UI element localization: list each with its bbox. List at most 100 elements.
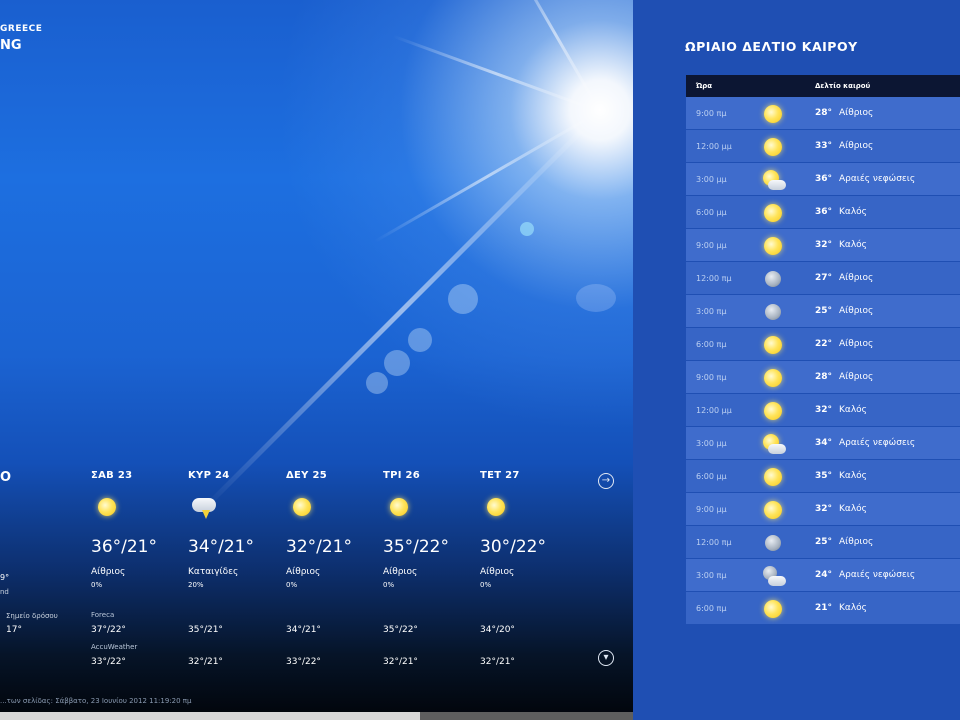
- sun-icon: [762, 499, 784, 521]
- moon-icon: [762, 268, 784, 290]
- hour-temp: 25°: [815, 537, 833, 547]
- hour-temp: 32°: [815, 405, 833, 415]
- sun-ray: [392, 34, 601, 113]
- hourly-row[interactable]: 12:00 μμ 33° Αίθριος: [686, 130, 960, 163]
- hour-condition: Αίθριος: [839, 141, 874, 151]
- hourly-row[interactable]: 6:00 μμ 35° Καλός: [686, 460, 960, 493]
- hour-temp: 28°: [815, 372, 833, 382]
- hourly-table-header: Ώρα Δελτίο καιρού: [686, 75, 960, 97]
- hourly-row[interactable]: 9:00 πμ 28° Αίθριος: [686, 97, 960, 130]
- hourly-row[interactable]: 3:00 πμ 25° Αίθριος: [686, 295, 960, 328]
- foreca-value: 35°/21°: [188, 625, 223, 635]
- hour-time: 12:00 μμ: [696, 142, 732, 151]
- hour-condition: Αίθριος: [839, 339, 874, 349]
- hourly-row[interactable]: 6:00 μμ 36° Καλός: [686, 196, 960, 229]
- hour-time: 9:00 μμ: [696, 505, 727, 514]
- day-condition: Αίθριος: [383, 567, 418, 577]
- hour-time: 6:00 πμ: [696, 340, 727, 349]
- hourly-row[interactable]: 12:00 πμ 25° Αίθριος: [686, 526, 960, 559]
- day-condition: Αίθριος: [480, 567, 515, 577]
- sun-icon: [762, 136, 784, 158]
- foreca-value: 34°/20°: [480, 625, 515, 635]
- hourly-row[interactable]: 12:00 μμ 32° Καλός: [686, 394, 960, 427]
- hourly-row[interactable]: 3:00 μμ 36° Αραιές νεφώσεις: [686, 163, 960, 196]
- hourly-table: Ώρα Δελτίο καιρού 9:00 πμ 28° Αίθριος 12:00…: [686, 75, 960, 625]
- forecast-day[interactable]: ΔΕΥ 25 32°/21° Αίθριος 0%: [286, 470, 381, 589]
- day-precip: 0%: [480, 581, 492, 589]
- sun-ray: [202, 110, 602, 511]
- day-temp: 32°/21°: [286, 537, 352, 557]
- day-temp: 30°/22°: [480, 537, 546, 557]
- hourly-row[interactable]: 3:00 μμ 34° Αραιές νεφώσεις: [686, 427, 960, 460]
- lens-flare: [366, 372, 388, 394]
- source-foreca-label: Foreca: [91, 611, 115, 619]
- forecast-day[interactable]: ΣΑΒ 23 36°/21° Αίθριος 0%: [91, 470, 186, 589]
- day-name: ΔΕΥ 25: [286, 470, 328, 481]
- hourly-row[interactable]: 9:00 μμ 32° Καλός: [686, 493, 960, 526]
- hour-temp: 22°: [815, 339, 833, 349]
- hour-condition: Αίθριος: [839, 306, 874, 316]
- day-temp: 34°/21°: [188, 537, 254, 557]
- location-city: NG: [0, 38, 22, 53]
- hour-time: 3:00 μμ: [696, 175, 727, 184]
- hour-condition: Καλός: [839, 405, 867, 415]
- hourly-title: ΩΡΙΑΙΟ ΔΕΛΤΙΟ ΚΑΙΡΟΥ: [685, 39, 858, 54]
- sun-icon: [91, 497, 186, 519]
- expand-down-icon[interactable]: ▾: [598, 650, 614, 666]
- hour-condition: Καλός: [839, 207, 867, 217]
- accuweather-value: 33°/22°: [286, 657, 321, 667]
- forecast-day[interactable]: ΤΕΤ 27 30°/22° Αίθριος 0%: [480, 470, 575, 589]
- weather-background: GREECE NG O 9° nd Σημείο δρόσου 17° ΣΑΒ …: [0, 0, 633, 712]
- forecast-day[interactable]: ΚΥΡ 24 34°/21° Καταιγίδες 20%: [188, 470, 283, 589]
- hour-time: 9:00 πμ: [696, 109, 727, 118]
- hourly-row[interactable]: 6:00 πμ 21° Καλός: [686, 592, 960, 625]
- hour-time: 6:00 μμ: [696, 208, 727, 217]
- day-name: ΤΕΤ 27: [480, 470, 520, 481]
- sun-icon: [286, 497, 381, 519]
- hour-temp: 36°: [815, 174, 833, 184]
- source-accuweather-label: AccuWeather: [91, 643, 138, 651]
- day-condition: Καταιγίδες: [188, 567, 239, 577]
- hour-time: 6:00 μμ: [696, 472, 727, 481]
- partly-cloudy-icon: [762, 169, 786, 191]
- sun-icon: [762, 466, 784, 488]
- hour-condition: Αραιές νεφώσεις: [839, 438, 916, 448]
- day-name: ΤΡΙ 26: [383, 470, 421, 481]
- hourly-row[interactable]: 3:00 πμ 24° Αραιές νεφώσεις: [686, 559, 960, 592]
- day-name: ΣΑΒ 23: [91, 470, 133, 481]
- hourly-row[interactable]: 9:00 πμ 28° Αίθριος: [686, 361, 960, 394]
- hourly-row[interactable]: 6:00 πμ 22° Αίθριος: [686, 328, 960, 361]
- hour-temp: 25°: [815, 306, 833, 316]
- day-precip: 0%: [91, 581, 103, 589]
- hour-condition: Αραιές νεφώσεις: [839, 174, 916, 184]
- hourly-forecast-panel: ΩΡΙΑΙΟ ΔΕΛΤΙΟ ΚΑΙΡΟΥ Ώρα Δελτίο καιρού 9…: [633, 0, 960, 720]
- scrollbar-thumb[interactable]: [420, 712, 633, 720]
- lens-flare: [520, 222, 534, 236]
- hour-temp: 32°: [815, 240, 833, 250]
- next-days-arrow-icon[interactable]: →: [598, 473, 614, 489]
- dew-point-label: Σημείο δρόσου: [6, 612, 58, 620]
- lens-flare: [576, 284, 616, 312]
- moon-icon: [762, 301, 784, 323]
- hour-time: 12:00 πμ: [696, 274, 732, 283]
- partly-cloudy-icon: [762, 433, 786, 455]
- hour-time: 6:00 πμ: [696, 604, 727, 613]
- hourly-row[interactable]: 9:00 μμ 32° Καλός: [686, 229, 960, 262]
- forecast-day[interactable]: ΤΡΙ 26 35°/22° Αίθριος 0%: [383, 470, 478, 589]
- lens-flare: [384, 350, 410, 376]
- hour-temp: 34°: [815, 438, 833, 448]
- day-precip: 0%: [383, 581, 395, 589]
- sun-icon: [762, 334, 784, 356]
- hour-time: 3:00 πμ: [696, 571, 727, 580]
- hour-temp: 27°: [815, 273, 833, 283]
- hour-time: 12:00 πμ: [696, 538, 732, 547]
- hourly-row[interactable]: 12:00 πμ 27° Αίθριος: [686, 262, 960, 295]
- hour-temp: 33°: [815, 141, 833, 151]
- sun-icon: [762, 103, 784, 125]
- lens-flare: [408, 328, 432, 352]
- location-country: GREECE: [0, 24, 43, 34]
- storm-icon: [188, 497, 283, 519]
- hour-time: 3:00 μμ: [696, 439, 727, 448]
- current-day-title: O: [0, 470, 12, 485]
- sun-icon: [762, 598, 784, 620]
